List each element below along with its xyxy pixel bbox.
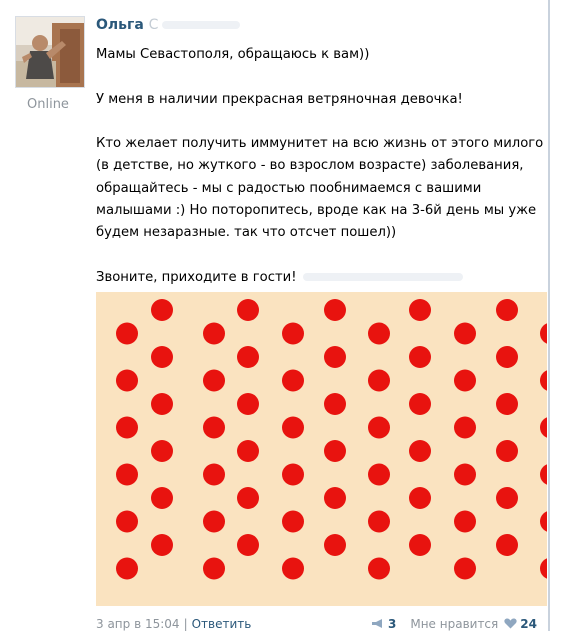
red-dot xyxy=(454,510,476,533)
blurred-surname xyxy=(162,21,241,29)
text-line: будем незаразные. так что отсчет пошел)) xyxy=(96,225,397,241)
red-dot xyxy=(203,416,225,439)
share-count[interactable]: 3 xyxy=(388,617,396,631)
column-border xyxy=(548,0,550,631)
red-dot xyxy=(151,393,173,415)
red-dot xyxy=(496,534,518,556)
blurred-link xyxy=(302,272,463,281)
red-dot xyxy=(409,346,431,368)
red-dot xyxy=(540,511,547,532)
text-line: Мамы Севастополя, обращаюсь к вам)) xyxy=(96,47,370,62)
text-line: Звоните, приходите в гости! xyxy=(96,267,541,289)
red-dot xyxy=(368,322,390,345)
red-dot xyxy=(409,487,431,509)
red-dot xyxy=(116,416,138,439)
post-date[interactable]: 3 апр в 15:04 xyxy=(96,617,180,631)
red-dot xyxy=(496,487,518,509)
red-dot xyxy=(324,299,346,321)
red-dot xyxy=(203,510,225,533)
red-dot xyxy=(151,534,173,556)
red-dot xyxy=(409,393,431,415)
red-dot xyxy=(454,416,476,439)
red-dot xyxy=(237,534,259,556)
red-dot xyxy=(237,440,259,462)
red-dot xyxy=(151,440,173,462)
red-dot xyxy=(324,487,346,509)
red-dot xyxy=(454,463,476,486)
red-dot xyxy=(282,369,304,392)
red-dot xyxy=(282,463,304,486)
red-dot xyxy=(116,322,138,345)
red-dot xyxy=(237,346,259,368)
author-surname[interactable]: С xyxy=(149,17,159,33)
red-dot xyxy=(368,510,390,533)
red-dot xyxy=(282,416,304,439)
post-footer: 3 апр в 15:04 | Ответить 3 Мне нравится 24 xyxy=(96,617,550,631)
text-line: Кто желает получить иммунитет на всю жиз… xyxy=(96,136,544,152)
like-count[interactable]: 24 xyxy=(520,617,537,631)
red-dot xyxy=(540,323,547,344)
red-dot xyxy=(496,346,518,368)
red-dot xyxy=(496,299,518,321)
red-dot xyxy=(203,463,225,486)
red-dot xyxy=(151,487,173,509)
red-dot xyxy=(324,393,346,415)
wall-post: Online Ольга С Мамы Севастополя, обращаю… xyxy=(0,0,570,631)
megaphone-icon[interactable] xyxy=(371,618,385,632)
red-dot xyxy=(368,369,390,392)
post-actions: 3 Мне нравится 24 xyxy=(371,617,537,632)
red-dot xyxy=(368,463,390,486)
polka-dot-image xyxy=(96,292,547,606)
red-dot xyxy=(237,487,259,509)
red-dot xyxy=(409,299,431,321)
red-dot xyxy=(237,299,259,321)
like-label[interactable]: Мне нравится xyxy=(410,617,498,631)
online-status: Online xyxy=(27,97,69,112)
red-dot xyxy=(282,510,304,533)
red-dot xyxy=(496,440,518,462)
red-dot xyxy=(151,346,173,368)
red-dot xyxy=(237,393,259,415)
text-line: обращайтесь - мы с радостью пообнимаемся… xyxy=(96,180,482,196)
red-dot xyxy=(454,322,476,345)
author-name-row: Ольга С xyxy=(96,17,241,33)
author-name[interactable]: Ольга xyxy=(96,17,144,33)
red-dot xyxy=(324,346,346,368)
red-dot xyxy=(368,416,390,439)
red-dot xyxy=(540,370,547,391)
red-dot xyxy=(116,510,138,533)
separator: | xyxy=(183,617,188,631)
photo-attachment[interactable] xyxy=(96,292,547,606)
red-dot xyxy=(540,558,547,579)
red-dot xyxy=(324,534,346,556)
reply-link[interactable]: Ответить xyxy=(192,617,252,631)
red-dot xyxy=(540,417,547,438)
text-line: (в детстве, но жуткого - во взрослом воз… xyxy=(96,158,524,174)
red-dot xyxy=(116,463,138,486)
red-dot xyxy=(409,440,431,462)
red-dot xyxy=(368,557,390,580)
red-dot xyxy=(203,369,225,392)
red-dot xyxy=(540,464,547,485)
red-dot xyxy=(324,440,346,462)
red-dot xyxy=(282,557,304,580)
red-dot xyxy=(454,369,476,392)
red-dot xyxy=(116,369,138,392)
text-line: малышами :) Но поторопитесь, вроде как н… xyxy=(96,203,537,219)
red-dot xyxy=(116,557,138,580)
red-dot xyxy=(454,557,476,580)
post-text: Мамы Севастополя, обращаюсь к вам)) У ме… xyxy=(96,44,544,289)
red-dot xyxy=(203,322,225,345)
red-dot xyxy=(282,322,304,345)
red-dot xyxy=(496,393,518,415)
text-line: У меня в наличии прекрасная ветряночная … xyxy=(96,91,463,107)
red-dot xyxy=(203,557,225,580)
red-dot xyxy=(151,299,173,321)
avatar[interactable] xyxy=(15,16,85,88)
red-dot xyxy=(409,534,431,556)
heart-icon[interactable] xyxy=(504,618,517,632)
